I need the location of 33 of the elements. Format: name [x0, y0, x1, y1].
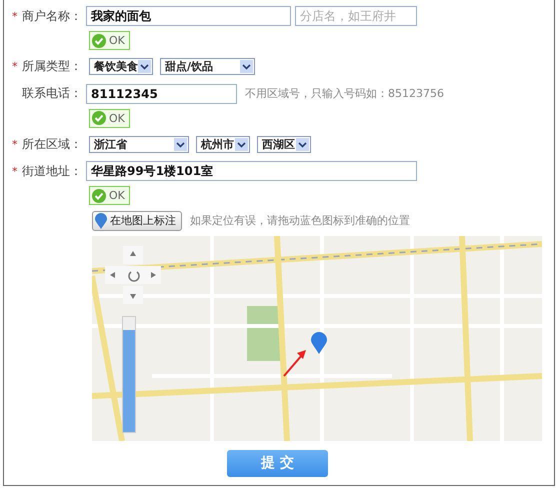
location-pin-icon[interactable] — [311, 332, 327, 354]
ok-badge: OK — [89, 186, 130, 205]
field-label: * 所属类型： — [12, 58, 82, 75]
map-hint: 如果定位有误，请拖动蓝色图标到准确的位置 — [190, 213, 410, 228]
zoom-slider[interactable] — [122, 316, 136, 432]
caret-icon — [296, 138, 309, 150]
check-icon — [92, 188, 106, 202]
check-icon — [92, 111, 106, 125]
text-field[interactable]: 我家的面包 — [86, 6, 291, 26]
caret-icon — [138, 60, 151, 73]
mark-on-map-button[interactable]: 在地图上标注 — [92, 210, 182, 230]
dropdown[interactable]: 甜点/饮品 — [160, 58, 255, 75]
arrow — [282, 348, 308, 378]
text-field[interactable]: 分店名，如王府井 — [295, 6, 417, 26]
field-label: * 商户名称： — [12, 8, 82, 24]
field-hint: 不用区域号，只输入号码如：85123756 — [245, 86, 444, 101]
text-field[interactable]: 华星路99号1楼101室 — [86, 161, 417, 181]
text-field[interactable]: 81112345 — [86, 84, 237, 104]
pin-icon — [95, 212, 107, 228]
check-icon — [92, 34, 106, 48]
caret-icon — [174, 138, 187, 150]
dropdown[interactable]: 杭州市 — [196, 136, 250, 152]
field-label: * 所在区域： — [12, 136, 82, 152]
field-label: 联系电话： — [21, 85, 82, 102]
dropdown[interactable]: 浙江省 — [89, 136, 189, 152]
ok-badge: OK — [89, 31, 130, 50]
caret-icon — [235, 138, 248, 150]
dropdown[interactable]: 西湖区 — [257, 136, 311, 152]
dropdown[interactable]: 餐饮美食 — [89, 58, 153, 75]
pan-control[interactable] — [105, 246, 161, 306]
field-label: * 街道地址： — [12, 162, 82, 180]
caret-icon — [240, 60, 253, 73]
ok-badge: OK — [89, 108, 130, 128]
